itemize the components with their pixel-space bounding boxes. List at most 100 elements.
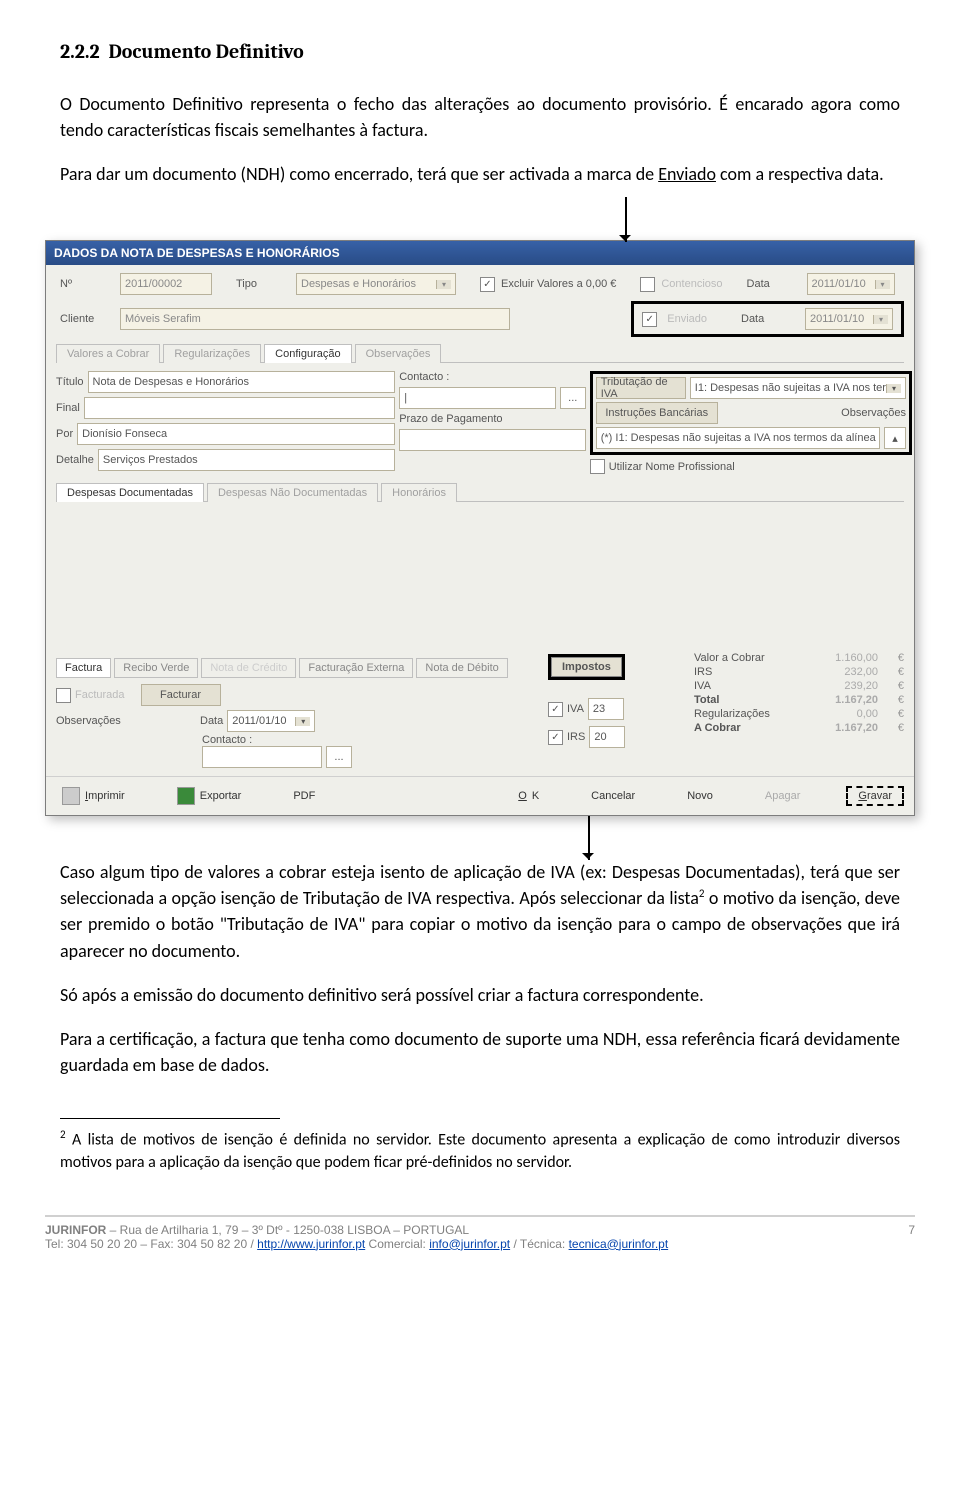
euro-icon: €: [890, 694, 904, 706]
mail-info-link[interactable]: info@jurinfor.pt: [429, 1237, 510, 1251]
titulo-field[interactable]: Nota de Despesas e Honorários: [88, 371, 396, 393]
util-prof-checkbox[interactable]: [590, 459, 605, 474]
novo-button[interactable]: Novo: [681, 788, 719, 804]
euro-icon: €: [890, 666, 904, 678]
obs-field[interactable]: (*) I1: Despesas não sujeitas a IVA nos …: [596, 427, 880, 449]
num-field[interactable]: 2011/00002: [120, 273, 212, 295]
iva-field[interactable]: 23: [588, 698, 624, 720]
total-label: Regularizações: [694, 708, 796, 720]
irs-checkbox[interactable]: [548, 730, 563, 745]
total-value: 232,00: [808, 666, 878, 678]
tabset-config: Valores a Cobrar Regularizações Configur…: [56, 343, 904, 362]
tab-regularizacoes[interactable]: Regularizações: [163, 344, 261, 363]
excluir-label: Excluir Valores a 0,00 €: [501, 278, 616, 290]
facturada-checkbox[interactable]: [56, 688, 71, 703]
euro-icon: €: [890, 708, 904, 720]
site-link[interactable]: http://www.jurinfor.pt: [257, 1237, 365, 1251]
total-label: IRS: [694, 666, 796, 678]
titulo-label: Título: [56, 376, 84, 388]
instrucoes-button[interactable]: Instruções Bancárias: [596, 402, 718, 424]
contacto2-label: Contacto :: [202, 734, 252, 746]
tab-nota-credito[interactable]: Nota de Crédito: [201, 658, 296, 678]
cancelar-button[interactable]: Cancelar: [585, 788, 641, 804]
data3-label: Data: [200, 715, 223, 727]
contacto2-more-button[interactable]: ...: [326, 746, 352, 768]
data3-field[interactable]: 2011/01/10▾: [227, 710, 315, 732]
tab-recibo[interactable]: Recibo Verde: [114, 658, 198, 678]
ok-button[interactable]: OK: [512, 788, 545, 804]
tabset-factura: Factura Recibo Verde Nota de Crédito Fac…: [56, 658, 532, 678]
tab-fact-ext[interactable]: Facturação Externa: [299, 658, 413, 678]
content-area: [56, 502, 904, 652]
arrow-from-iva: [60, 824, 900, 859]
tributacao-button[interactable]: Tributação de IVA: [596, 377, 686, 399]
arrow-to-enviado: [60, 205, 900, 240]
por-field[interactable]: Dionísio Fonseca: [77, 423, 395, 445]
chevron-down-icon[interactable]: ▾: [875, 280, 890, 289]
scroll-up-icon[interactable]: ▴: [884, 427, 906, 449]
tipo-field[interactable]: Despesas e Honorários▾: [296, 273, 456, 295]
chevron-down-icon[interactable]: ▾: [873, 315, 888, 324]
chevron-down-icon[interactable]: ▾: [436, 280, 451, 289]
chevron-down-icon[interactable]: ▾: [295, 717, 310, 726]
final-field[interactable]: [84, 397, 395, 419]
excluir-checkbox[interactable]: [480, 277, 495, 292]
data2-field[interactable]: 2011/01/10▾: [805, 308, 893, 330]
mail-tecnica-link[interactable]: tecnica@jurinfor.pt: [569, 1237, 669, 1251]
tab-desp-doc[interactable]: Despesas Documentadas: [56, 483, 204, 502]
total-value: 1.167,20: [808, 694, 878, 706]
cliente-field[interactable]: Móveis Serafim: [120, 308, 510, 330]
irs-field[interactable]: 20: [589, 726, 625, 748]
enviado-checkbox[interactable]: [642, 312, 657, 327]
tab-valores[interactable]: Valores a Cobrar: [56, 344, 160, 363]
detalhe-field[interactable]: Serviços Prestados: [98, 449, 395, 471]
page-footer: JURINFOR – Rua de Artilharia 1, 79 – 3º …: [45, 1215, 915, 1251]
util-prof-label: Utilizar Nome Profissional: [609, 461, 735, 473]
total-value: 0,00: [808, 708, 878, 720]
tab-nota-debito[interactable]: Nota de Débito: [416, 658, 507, 678]
contacto2-field[interactable]: [202, 746, 322, 768]
prazo-field[interactable]: [399, 429, 586, 451]
tipo-label: Tipo: [232, 276, 290, 292]
iva-checkbox[interactable]: [548, 702, 563, 717]
data2-label: Data: [737, 311, 795, 327]
tab-desp-nao-doc[interactable]: Despesas Não Documentadas: [207, 483, 378, 502]
contencioso-label: Contencioso: [661, 278, 722, 290]
facturar-button[interactable]: Facturar: [141, 684, 221, 706]
total-label: Valor a Cobrar: [694, 652, 796, 664]
contacto-more-button[interactable]: ...: [560, 387, 586, 409]
footer-toolbar: Imprimir Exportar PDF OK Cancelar Novo A…: [46, 776, 914, 815]
obs2-label: Observações: [56, 715, 136, 727]
tab-factura[interactable]: Factura: [56, 658, 111, 678]
printer-icon: [62, 787, 80, 805]
cliente-label: Cliente: [56, 311, 114, 327]
excel-icon: [177, 787, 195, 805]
app-screenshot: DADOS DA NOTA DE DESPESAS E HONORÁRIOS N…: [45, 240, 915, 816]
para-3: Caso algum tipo de valores a cobrar este…: [60, 859, 900, 963]
pdf-button[interactable]: PDF: [287, 788, 321, 804]
totals-grid: Valor a Cobrar1.160,00€IRS232,00€IVA239,…: [694, 652, 904, 734]
enviado-label: Enviado: [667, 313, 707, 325]
tab-honorarios[interactable]: Honorários: [381, 483, 457, 502]
tab-configuracao[interactable]: Configuração: [264, 344, 351, 363]
data1-field[interactable]: 2011/01/10▾: [807, 273, 895, 295]
apagar-button[interactable]: Apagar: [759, 788, 806, 804]
total-label: IVA: [694, 680, 796, 692]
prazo-label: Prazo de Pagamento: [399, 413, 502, 425]
contencioso-checkbox[interactable]: [640, 277, 655, 292]
total-value: 239,20: [808, 680, 878, 692]
tributacao-field[interactable]: I1: Despesas não sujeitas a IVA nos ter▾: [690, 377, 906, 399]
contacto-field[interactable]: |: [399, 387, 556, 409]
exportar-button[interactable]: Exportar: [171, 785, 248, 807]
section-heading: 2.2.2 Documento Definitivo: [60, 40, 900, 63]
gravar-button[interactable]: Gravar: [846, 786, 904, 806]
chevron-down-icon[interactable]: ▾: [886, 384, 901, 393]
para-2: Para dar um documento (NDH) como encerra…: [60, 161, 900, 187]
impostos-button[interactable]: Impostos: [551, 657, 622, 677]
final-label: Final: [56, 402, 80, 414]
tab-observacoes[interactable]: Observações: [355, 344, 442, 363]
imprimir-button[interactable]: Imprimir: [56, 785, 131, 807]
para-5: Para a certificação, a factura que tenha…: [60, 1026, 900, 1078]
footnote: 2 A lista de motivos de isenção é defini…: [60, 1127, 900, 1175]
obs-label: Observações: [722, 407, 906, 419]
